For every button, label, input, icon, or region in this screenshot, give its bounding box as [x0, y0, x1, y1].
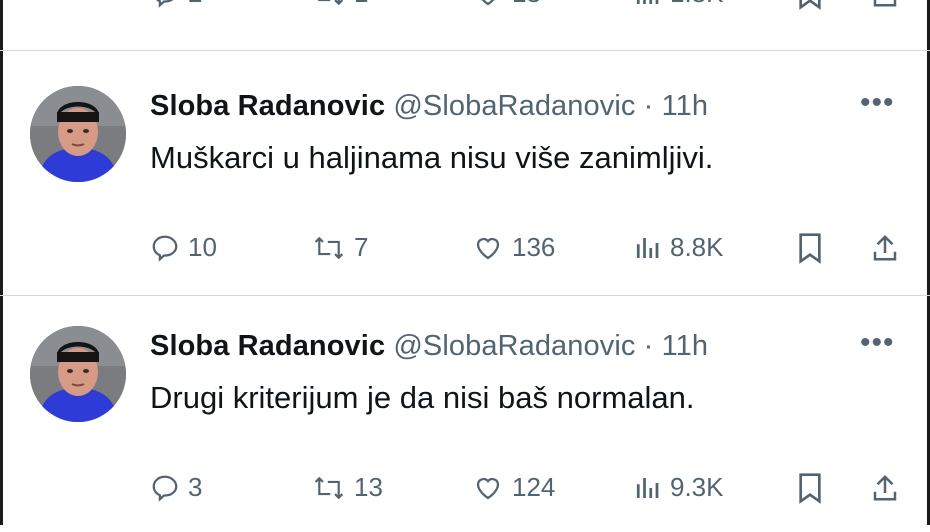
bookmark-button[interactable]	[796, 232, 824, 264]
reply-icon	[156, 0, 173, 8]
divider	[0, 295, 930, 296]
views-button[interactable]: 1.8K	[632, 0, 724, 9]
share-button[interactable]	[870, 232, 900, 264]
reply-icon	[152, 235, 178, 262]
views-count: 9.3K	[670, 472, 724, 502]
repost-icon	[314, 236, 344, 259]
views-icon	[636, 237, 659, 258]
repost-count: 13	[354, 472, 383, 502]
repost-button[interactable]: 1	[312, 0, 368, 9]
tweet[interactable]: Sloba Radanovic @SlobaRadanovic · 11h ••…	[0, 62, 930, 292]
repost-button[interactable]: 13	[312, 472, 383, 503]
tweet-text: Muškarci u haljinama nisu više zanimljiv…	[150, 140, 714, 175]
repost-count: 7	[354, 232, 369, 262]
views-icon	[636, 0, 659, 4]
timestamp[interactable]: 11h	[662, 330, 709, 362]
share-icon	[873, 234, 897, 261]
repost-icon	[314, 476, 344, 499]
share-icon	[873, 474, 897, 501]
like-button[interactable]: 136	[472, 232, 555, 263]
like-button[interactable]: 13	[472, 0, 541, 9]
like-count: 124	[512, 472, 556, 502]
more-icon[interactable]: •••	[860, 326, 895, 360]
views-button[interactable]: 9.3K	[632, 472, 724, 503]
author-handle[interactable]: @SlobaRadanovic	[393, 90, 635, 122]
bookmark-button[interactable]	[796, 0, 824, 10]
reply-count: 2	[188, 0, 202, 9]
reply-button[interactable]: 10	[150, 232, 217, 263]
tweet-actions: 3 13 124 9.3K	[0, 472, 930, 512]
reply-icon	[152, 475, 178, 502]
like-button[interactable]: 124	[472, 472, 555, 503]
heart-icon	[481, 0, 495, 5]
divider	[0, 50, 930, 51]
views-icon	[636, 477, 659, 498]
bookmark-icon	[799, 473, 821, 504]
separator-dot: ·	[643, 330, 654, 362]
bookmark-icon	[799, 0, 821, 10]
views-button[interactable]: 8.8K	[632, 232, 724, 263]
tweet-header: Sloba Radanovic @SlobaRadanovic · 11h	[150, 330, 708, 363]
tweet-actions: 10 7 136 8.8K	[0, 232, 930, 272]
more-icon[interactable]: •••	[860, 86, 895, 120]
avatar[interactable]	[30, 326, 126, 422]
author-name[interactable]: Sloba Radanovic	[150, 330, 385, 362]
previous-tweet-actions: 2 1 13 1.8K	[0, 0, 930, 18]
repost-icon	[318, 0, 344, 5]
views-count: 1.8K	[670, 0, 724, 9]
tweet[interactable]: Sloba Radanovic @SlobaRadanovic · 11h ••…	[0, 302, 930, 532]
author-handle[interactable]: @SlobaRadanovic	[393, 330, 635, 362]
reply-button[interactable]: 2	[150, 0, 202, 9]
reply-count: 10	[188, 232, 217, 262]
timestamp[interactable]: 11h	[662, 90, 709, 122]
avatar[interactable]	[30, 86, 126, 182]
bookmark-button[interactable]	[796, 472, 824, 504]
reply-count: 3	[188, 472, 203, 502]
heart-icon	[476, 477, 500, 499]
repost-count: 1	[354, 0, 368, 9]
share-button[interactable]	[870, 0, 900, 10]
tweet-header: Sloba Radanovic @SlobaRadanovic · 11h	[150, 90, 708, 123]
author-name[interactable]: Sloba Radanovic	[150, 90, 385, 122]
separator-dot: ·	[643, 90, 654, 122]
like-count: 136	[512, 232, 556, 262]
reply-button[interactable]: 3	[150, 472, 202, 503]
heart-icon	[476, 237, 500, 259]
tweet-text: Drugi kriterijum je da nisi baš normalan…	[150, 380, 695, 415]
views-count: 8.8K	[670, 232, 724, 262]
share-icon	[873, 0, 897, 7]
bookmark-icon	[799, 233, 821, 264]
repost-button[interactable]: 7	[312, 232, 368, 263]
like-count: 13	[512, 0, 541, 9]
share-button[interactable]	[870, 472, 900, 504]
